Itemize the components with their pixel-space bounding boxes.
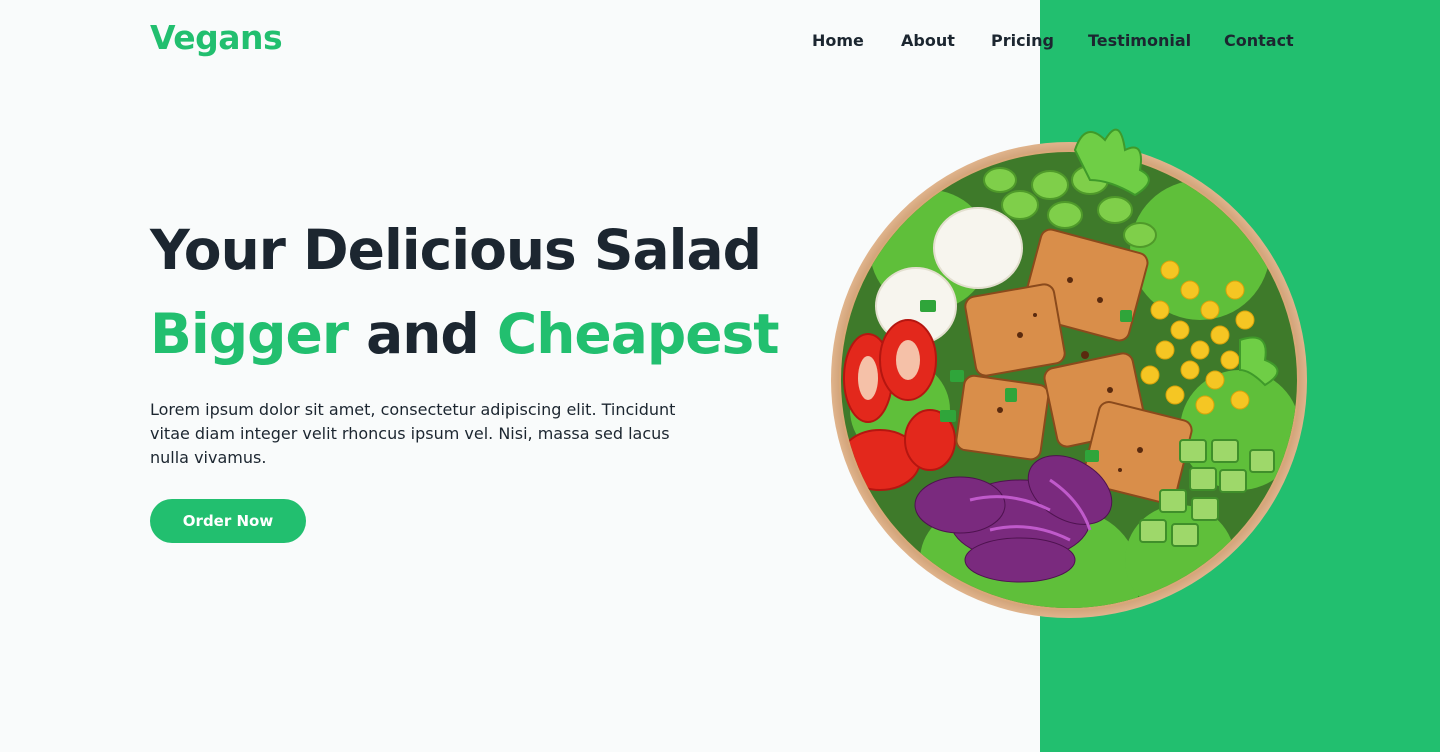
order-now-button[interactable]: Order Now (150, 499, 306, 543)
hero-title-line1: Your Delicious Salad (150, 218, 762, 282)
nav-link-pricing[interactable]: Pricing (991, 30, 1054, 52)
nav-link-testimonial[interactable]: Testimonial (1088, 30, 1191, 52)
nav-link-home[interactable]: Home (812, 30, 864, 52)
nav-link-about[interactable]: About (901, 30, 955, 52)
hero-title-bigger: Bigger (150, 302, 349, 366)
hero-title-and: and (366, 302, 480, 366)
hero-title-cheapest: Cheapest (496, 302, 780, 366)
salad-bowl-image (831, 128, 1307, 618)
main-nav: Home About Pricing Testimonial Contact (0, 30, 1440, 54)
hero-title-line2: Bigger and Cheapest (150, 302, 780, 366)
nav-link-contact[interactable]: Contact (1224, 30, 1294, 52)
hero-description: Lorem ipsum dolor sit amet, consectetur … (150, 400, 676, 467)
